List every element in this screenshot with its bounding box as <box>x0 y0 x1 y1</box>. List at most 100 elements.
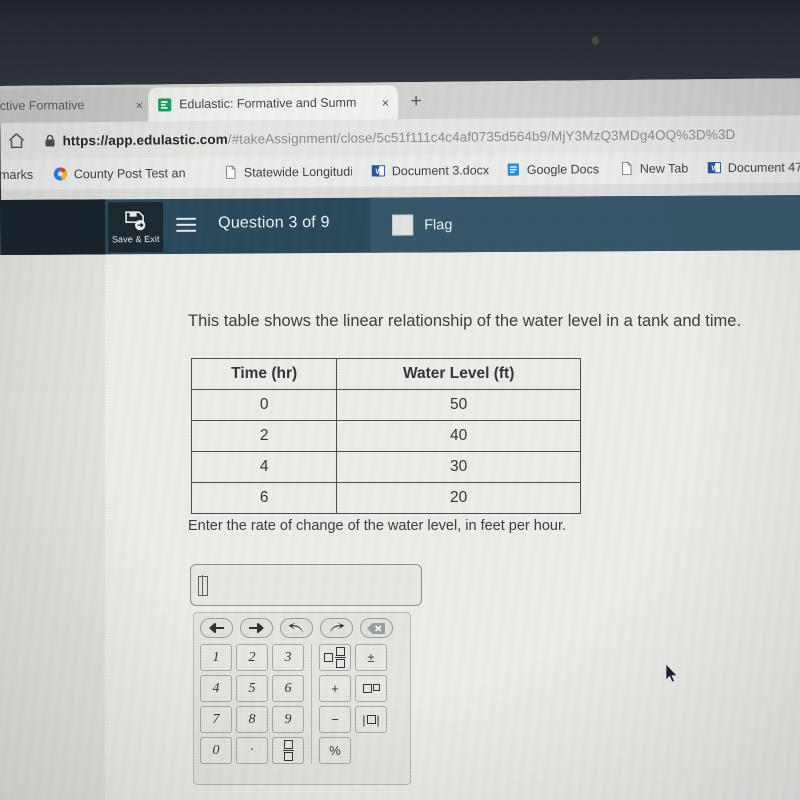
cell-water-level: 50 <box>336 389 581 421</box>
key-blank <box>355 737 387 764</box>
table-header-row: Time (hr) Water Level (ft) <box>190 358 581 390</box>
column-header-time: Time (hr) <box>190 358 338 390</box>
key-power[interactable] <box>355 675 387 702</box>
column-header-water-level: Water Level (ft) <box>336 358 581 390</box>
redo-icon[interactable] <box>320 618 353 638</box>
key-8[interactable]: 8 <box>236 706 268 733</box>
keypad-numbers: 1 2 3 4 5 6 7 8 9 0 · <box>200 644 304 764</box>
table-row: 6 20 <box>190 482 581 514</box>
page-body: Save & Exit Question 3 of 9 Flag This ta… <box>0 195 800 800</box>
arrow-left-icon[interactable] <box>200 618 233 638</box>
key-0[interactable]: 0 <box>200 737 232 764</box>
key-3[interactable]: 3 <box>272 644 304 671</box>
arrow-right-icon[interactable] <box>240 618 273 638</box>
key-6[interactable]: 6 <box>272 675 304 702</box>
browser-tab-inactive[interactable]: nteractive Formative × <box>0 87 153 124</box>
cell-time: 0 <box>190 389 338 421</box>
bookmark-label: Statewide Longitudi <box>243 164 352 180</box>
key-fraction[interactable] <box>272 737 304 764</box>
hamburger-icon[interactable] <box>176 217 197 233</box>
browser-chrome: nteractive Formative × Edulastic: Format… <box>0 78 800 204</box>
undo-icon[interactable] <box>280 618 313 638</box>
close-icon[interactable]: × <box>382 95 390 110</box>
table-row: 4 30 <box>190 451 581 483</box>
bookmark-label: County Post Test an <box>73 165 186 181</box>
flag-checkbox[interactable] <box>392 214 414 236</box>
bookmark-county-post-test[interactable]: County Post Test an <box>53 161 186 185</box>
save-exit-label: Save & Exit <box>111 234 160 245</box>
keypad-toolbar <box>200 618 404 638</box>
key-5[interactable]: 5 <box>236 675 268 702</box>
bookmark-new-tab[interactable]: New Tab <box>619 156 689 180</box>
cell-water-level: 40 <box>336 420 581 452</box>
table-row: 0 50 <box>190 389 581 421</box>
url-prefix: https:// <box>62 132 109 148</box>
key-percent[interactable]: % <box>319 737 351 764</box>
cell-water-level: 20 <box>336 482 581 514</box>
keypad-grid: 1 2 3 4 5 6 7 8 9 0 · ± + − | | % <box>200 644 404 764</box>
word-icon: W <box>707 161 721 174</box>
word-icon: W <box>371 165 385 177</box>
screenshot-root: nteractive Formative × Edulastic: Format… <box>0 0 800 800</box>
lock-icon <box>45 134 55 147</box>
page-left-gutter <box>0 200 105 800</box>
url-text: https://app.edulastic.com/#takeAssignmen… <box>62 126 735 147</box>
url-path: /#takeAssignment/close/5c51f111c4c4af073… <box>227 126 736 147</box>
browser-tab-active[interactable]: Edulastic: Formative and Summ × <box>148 85 399 122</box>
bookmark-document-3[interactable]: W Document 3.docx <box>371 158 489 182</box>
key-2[interactable]: 2 <box>236 644 268 671</box>
answer-input[interactable] <box>190 564 422 606</box>
edulastic-icon <box>158 97 172 112</box>
svg-text:W: W <box>711 163 719 172</box>
flag-question-toggle[interactable]: Flag <box>392 214 453 236</box>
close-icon[interactable]: × <box>136 97 144 112</box>
cell-water-level: 30 <box>336 451 581 483</box>
page-icon <box>226 165 236 179</box>
bookmark-google-docs[interactable]: Google Docs <box>506 157 599 181</box>
home-icon[interactable] <box>6 131 26 151</box>
docs-icon <box>507 163 520 176</box>
bezel-speck <box>592 36 599 45</box>
key-mixed-fraction[interactable] <box>319 644 351 671</box>
keypad-divider <box>311 644 312 764</box>
key-absolute-value[interactable]: | | <box>355 706 387 733</box>
key-decimal-point[interactable]: · <box>236 737 268 764</box>
question-prompt: Enter the rate of change of the water le… <box>188 518 567 534</box>
save-exit-icon <box>124 211 145 231</box>
key-plus-minus[interactable]: ± <box>355 644 387 671</box>
svg-text:W: W <box>375 167 383 176</box>
bookmarks-folder-label[interactable]: kmarks <box>0 163 33 186</box>
save-and-exit-button[interactable]: Save & Exit <box>108 202 164 253</box>
table-row: 2 40 <box>190 420 581 452</box>
key-4[interactable]: 4 <box>200 675 232 702</box>
url-domain: app.edulastic.com <box>108 131 228 148</box>
tab-title: Edulastic: Formative and Summ <box>179 95 357 112</box>
monitor-bezel <box>0 0 800 92</box>
flag-label: Flag <box>424 216 453 233</box>
key-9[interactable]: 9 <box>272 706 304 733</box>
bookmarks-bar: kmarks County Post Test an Statewide Lon… <box>0 151 800 190</box>
question-stem: This table shows the linear relationship… <box>188 312 742 330</box>
assessment-toolbar: Save & Exit Question 3 of 9 Flag <box>0 195 800 255</box>
page-icon <box>622 161 632 176</box>
math-keypad: 1 2 3 4 5 6 7 8 9 0 · ± + − | | % <box>193 612 411 785</box>
tab-title: nteractive Formative <box>0 98 85 114</box>
key-minus[interactable]: − <box>319 706 351 733</box>
keypad-operators: ± + − | | % <box>319 644 387 764</box>
question-counter: Question 3 of 9 <box>218 213 330 232</box>
toolbar-left-panel <box>0 199 106 255</box>
bookmark-statewide-longitudinal[interactable]: Statewide Longitudi <box>223 160 352 184</box>
math-caret <box>198 575 208 596</box>
address-bar[interactable]: https://app.edulastic.com/#takeAssignmen… <box>44 121 796 152</box>
bookmark-document-47[interactable]: W Document 47 <box>707 155 800 179</box>
chrome-circle-icon <box>53 167 67 181</box>
data-table: Time (hr) Water Level (ft) 0 50 2 40 4 3… <box>190 358 581 514</box>
key-1[interactable]: 1 <box>200 644 232 671</box>
bookmark-label: Google Docs <box>526 161 600 177</box>
key-7[interactable]: 7 <box>200 706 232 733</box>
new-tab-button[interactable]: + <box>404 90 428 114</box>
cell-time: 2 <box>190 420 338 452</box>
cell-time: 4 <box>190 451 338 483</box>
key-plus[interactable]: + <box>319 675 351 702</box>
backspace-icon[interactable] <box>360 618 393 638</box>
